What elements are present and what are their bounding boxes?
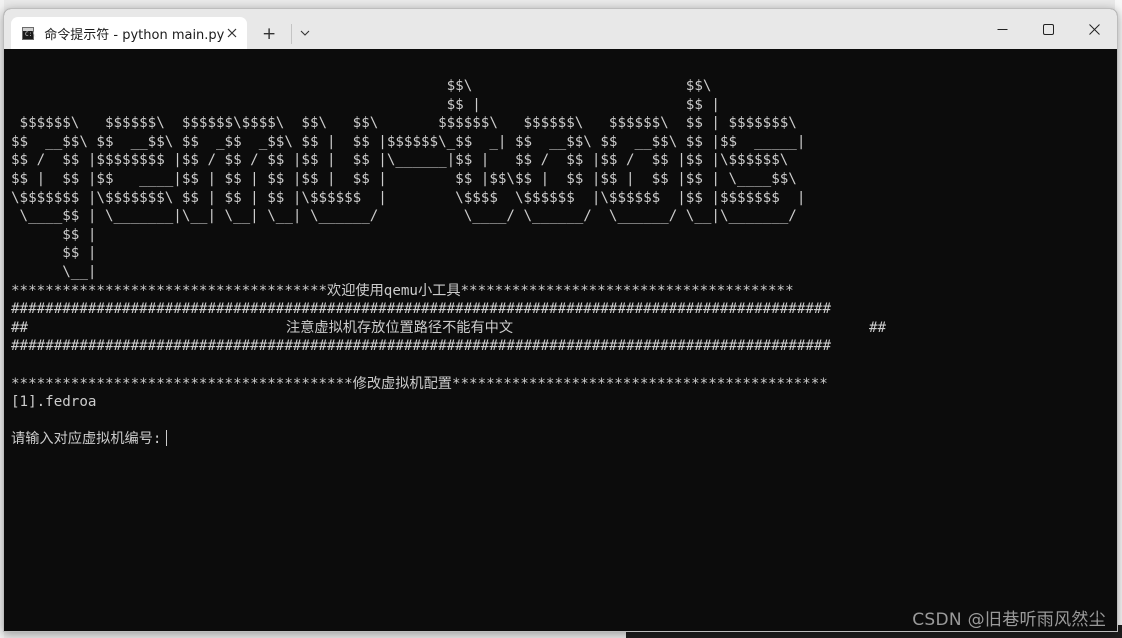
tab-close-button[interactable]	[224, 23, 239, 43]
tab-command-prompt[interactable]: C:\ 命令提示符 - python main.py	[11, 17, 247, 49]
new-tab-button[interactable]: +	[262, 24, 277, 44]
plus-icon: +	[262, 24, 277, 44]
banner-line: $$ | $$ |$$ ____|$$ | $$ | $$ |$$ | $$ |…	[11, 170, 797, 187]
close-icon	[1088, 23, 1100, 35]
banner-line: $$ __$$\ $$ __$$\ $$ _$$ _$$\ $$ | $$ |$…	[11, 133, 806, 150]
minimize-button[interactable]	[979, 9, 1025, 49]
tab-title: 命令提示符 - python main.py	[44, 27, 225, 43]
banner-line: $$ / $$ |$$$$$$$$ |$$ / $$ / $$ |$$ | $$…	[11, 152, 789, 169]
maximize-icon	[1042, 23, 1054, 35]
maximize-button[interactable]	[1025, 9, 1071, 49]
banner-line: \____$$ | \_______|\__| \__| \__| \_____…	[11, 208, 797, 225]
hash-line: ########################################…	[11, 301, 831, 318]
terminal-window: C:\ 命令提示符 - python main.py + $$\ $$\ $$ …	[3, 8, 1118, 632]
cmd-icon: C:\	[22, 26, 36, 40]
modify-line: ****************************************…	[11, 375, 828, 392]
welcome-line: *************************************欢迎使…	[11, 282, 794, 299]
notice-left: ##	[11, 319, 29, 336]
console-text: $$\ $$\ $$ | $$ | $$$$$$\ $$$$$$\ $$$$$$…	[11, 77, 886, 449]
close-icon	[227, 28, 237, 38]
banner-line: \__|	[11, 263, 97, 280]
hash-line: ########################################…	[11, 338, 831, 355]
banner-line: $$\ $$\	[11, 78, 712, 94]
prompt-line[interactable]: 请输入对应虚拟机编号:	[11, 430, 831, 449]
prompt-text: 请输入对应虚拟机编号:	[11, 431, 162, 448]
text-cursor	[166, 430, 168, 447]
banner-line: \$$$$$$$ |\$$$$$$$\ $$ | $$ | $$ |\$$$$$…	[11, 189, 806, 206]
banner-line: $$ |	[11, 226, 97, 243]
vm-item: [1].fedroa	[11, 394, 97, 411]
watermark: CSDN @旧巷听雨风然尘	[912, 610, 1106, 630]
terminal-output[interactable]: $$\ $$\ $$ | $$ | $$$$$$\ $$$$$$\ $$$$$$…	[4, 49, 1117, 631]
chevron-down-icon	[300, 30, 310, 36]
notice-right: ##	[869, 319, 887, 336]
tab-dropdown-button[interactable]	[296, 23, 314, 43]
title-bar[interactable]: C:\ 命令提示符 - python main.py +	[4, 9, 1117, 49]
close-window-button[interactable]	[1071, 9, 1117, 49]
notice-line: ## 注意虚拟机存放位置路径不能有中文 ##	[11, 319, 886, 338]
notice-text: 注意虚拟机存放位置路径不能有中文	[286, 319, 514, 336]
tab-separator	[291, 24, 292, 44]
banner-line: $$ | $$ |	[11, 96, 720, 113]
minimize-icon	[997, 28, 1007, 30]
banner-line: $$ |	[11, 245, 97, 262]
banner-line: $$$$$$\ $$$$$$\ $$$$$$\$$$$\ $$\ $$\ $$$…	[11, 115, 797, 132]
